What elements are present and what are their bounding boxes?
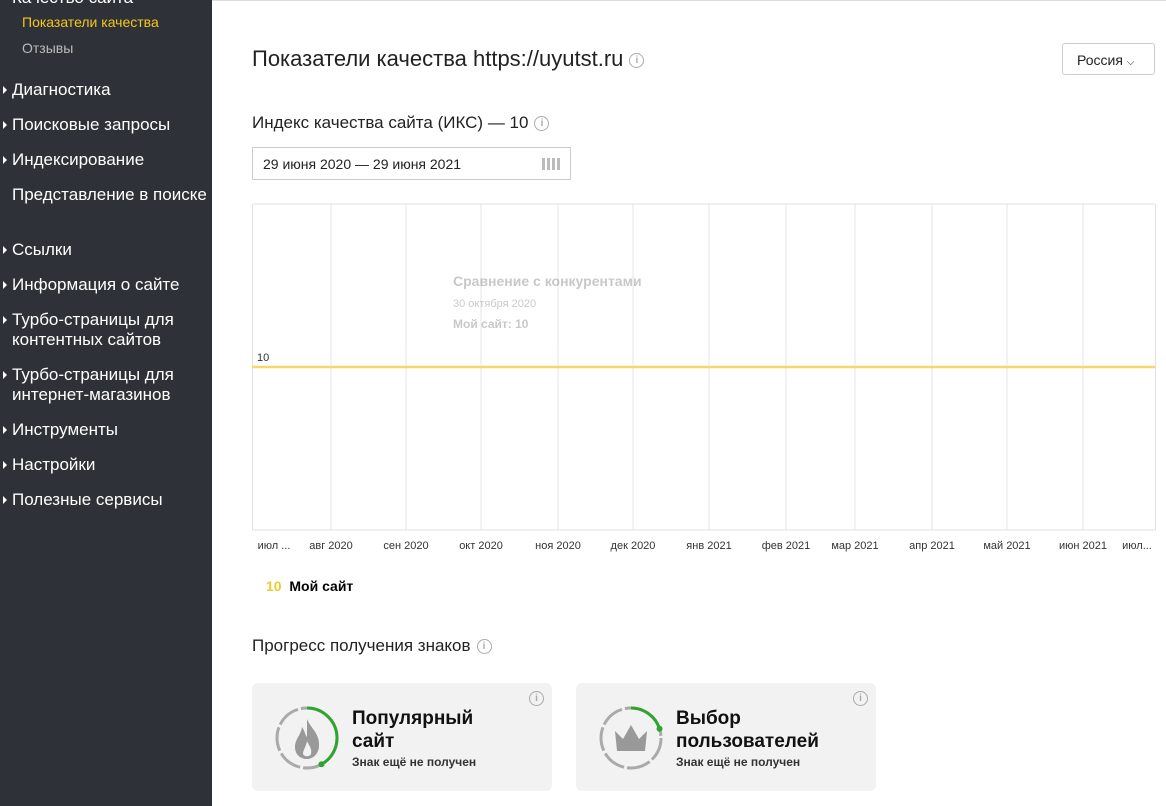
sidebar-item-label: Турбо-страницы для контентных сайтов: [12, 310, 174, 349]
x-tick-label: июл...: [1122, 540, 1152, 552]
badges-title-text: Прогресс получения знаков: [252, 636, 471, 655]
calendar-icon: [542, 158, 560, 170]
badge-card-popular[interactable]: Популярный сайт Знак ещё не получен i: [252, 683, 552, 791]
sidebar-item-label: Поисковые запросы: [12, 115, 171, 134]
iks-title: Индекс качества сайта (ИКС) — 10 i: [252, 113, 550, 133]
sidebar-item[interactable]: Диагностика: [3, 80, 207, 100]
badge-status: Знак ещё не получен: [352, 755, 477, 769]
sidebar-item-quality-indicators[interactable]: Показатели качества: [22, 14, 159, 30]
info-icon[interactable]: i: [853, 691, 868, 706]
tooltip-title: Сравнение с конкурентами: [453, 273, 642, 289]
sidebar-item[interactable]: Инструменты: [3, 420, 207, 440]
sidebar-item-label: Представление в поиске: [12, 185, 207, 204]
sidebar-item[interactable]: Информация о сайте: [3, 275, 207, 295]
badge-title-line1: Популярный: [352, 708, 474, 729]
sidebar-section-quality[interactable]: Качество сайта: [12, 0, 207, 8]
page-title: Показатели качества https://uyutst.ru i: [252, 46, 645, 72]
caret-right-icon: [3, 371, 7, 379]
x-tick-label: окт 2020: [459, 540, 503, 552]
x-tick-label: фев 2021: [762, 540, 811, 552]
x-tick-label: дек 2020: [611, 540, 656, 552]
caret-right-icon: [3, 121, 7, 129]
caret-right-icon: [3, 496, 7, 504]
badge-card-users-choice[interactable]: Выбор пользователей Знак ещё не получен i: [576, 683, 876, 791]
sidebar-item[interactable]: Турбо-страницы для интернет-магазинов: [3, 365, 207, 405]
region-select[interactable]: Россия ⌵: [1062, 43, 1155, 75]
sidebar-item-label: Информация о сайте: [12, 275, 180, 294]
tooltip-date: 30 октября 2020: [453, 298, 536, 310]
legend-label: Мой сайт: [289, 578, 354, 594]
sidebar-item[interactable]: Поисковые запросы: [3, 115, 207, 135]
caret-right-icon: [3, 156, 7, 164]
x-tick-label: сен 2020: [383, 540, 428, 552]
sidebar-item[interactable]: Индексирование: [3, 150, 207, 170]
caret-right-icon: [3, 316, 7, 324]
badge-title: Выбор пользователей: [676, 707, 819, 753]
sidebar-item[interactable]: Представление в поиске: [12, 185, 207, 205]
x-tick-label: апр 2021: [909, 540, 955, 552]
chart-tooltip: Сравнение с конкурентами 30 октября 2020 М…: [453, 273, 642, 331]
sidebar-item-label: Диагностика: [12, 80, 111, 99]
date-range-value: 29 июня 2020 — 29 июня 2021: [263, 156, 462, 172]
chart-legend[interactable]: 10 Мой сайт: [266, 578, 353, 594]
x-tick-label: ноя 2020: [535, 540, 581, 552]
badge-status: Знак ещё не получен: [676, 755, 801, 769]
tooltip-entry: Мой сайт: 10: [453, 317, 529, 331]
sidebar-item-label: Индексирование: [12, 150, 145, 169]
info-icon[interactable]: i: [529, 691, 544, 706]
y-value-label: 10: [257, 352, 269, 364]
info-icon[interactable]: i: [476, 639, 492, 655]
sidebar-item[interactable]: Турбо-страницы для контентных сайтов: [3, 310, 207, 350]
chevron-down-icon: ⌵: [1126, 57, 1135, 68]
date-range-picker[interactable]: 29 июня 2020 — 29 июня 2021: [252, 147, 571, 180]
caret-right-icon: [3, 86, 7, 94]
page-title-text: Показатели качества https://uyutst.ru: [252, 46, 624, 71]
caret-right-icon: [3, 426, 7, 434]
badge-title-line1: Выбор: [676, 708, 741, 729]
x-tick-label: июн 2021: [1059, 540, 1107, 552]
flame-icon: [295, 719, 320, 759]
x-tick-label: авг 2020: [309, 540, 353, 552]
main-content: Показатели качества https://uyutst.ru i Р…: [212, 0, 1166, 806]
sidebar-item-label: Настройки: [12, 455, 96, 474]
sidebar-item[interactable]: Полезные сервисы: [3, 490, 207, 510]
x-tick-label: июл ...: [258, 540, 291, 552]
iks-title-text: Индекс качества сайта (ИКС) — 10: [252, 113, 529, 132]
badge-title-line2: пользователей: [676, 731, 819, 752]
x-tick-label: янв 2021: [686, 540, 731, 552]
sidebar-item[interactable]: Настройки: [3, 455, 207, 475]
caret-right-icon: [3, 461, 7, 469]
x-tick-label: май 2021: [983, 540, 1030, 552]
caret-right-icon: [3, 246, 7, 254]
sidebar: Качество сайта Показатели качества Отзыв…: [0, 0, 212, 806]
sidebar-item-label: Ссылки: [12, 240, 72, 259]
x-tick-label: мар 2021: [831, 540, 878, 552]
badges-title: Прогресс получения знаков i: [252, 636, 492, 656]
legend-value: 10: [266, 578, 282, 594]
caret-right-icon: [3, 281, 7, 289]
crown-icon: [615, 725, 647, 751]
badge-title: Популярный сайт: [352, 707, 473, 753]
sidebar-item-label: Турбо-страницы для интернет-магазинов: [12, 365, 174, 404]
info-icon[interactable]: i: [629, 52, 645, 68]
sidebar-item-reviews[interactable]: Отзывы: [22, 40, 73, 56]
sidebar-item-label: Инструменты: [12, 420, 119, 439]
badge-title-line2: сайт: [352, 731, 395, 752]
sidebar-item-label: Полезные сервисы: [12, 490, 163, 509]
region-value: Россия: [1077, 52, 1123, 68]
iks-chart: июл ... авг 2020 сен 2020 окт 2020 ноя 2020 д…: [252, 203, 1156, 552]
sidebar-item[interactable]: Ссылки: [3, 240, 207, 260]
info-icon[interactable]: i: [534, 116, 550, 132]
